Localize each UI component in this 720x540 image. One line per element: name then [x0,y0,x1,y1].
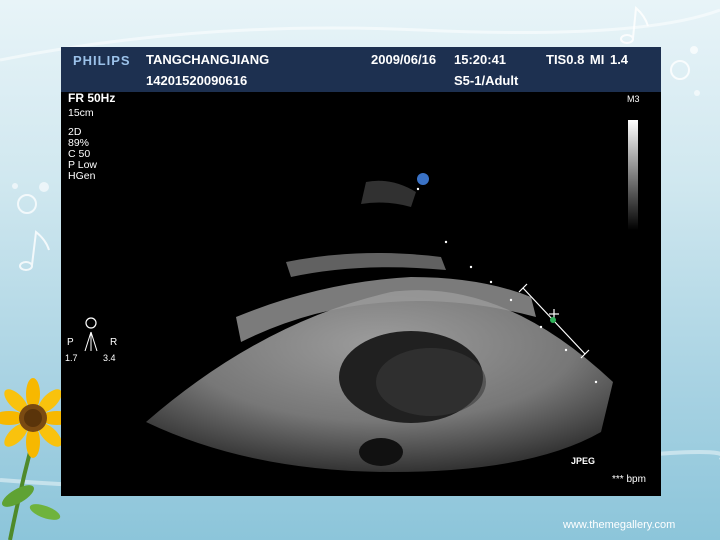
patient-id: 14201520090616 [146,73,248,88]
exam-date: 2009/06/16 [371,52,437,67]
imaging-parameters: 2D 89% C 50 P Low HGen [68,127,97,182]
param-frequency: HGen [68,170,96,182]
website-caption: www.themegallery.com [563,519,676,531]
ultrasound-image: PHILIPS TANGCHANGJIANG 14201520090616 20… [61,47,661,496]
orientation-indicator: P R 1.7 3.4 [65,317,117,363]
depth: 15cm [68,107,94,119]
patient-name: TANGCHANGJIANG [146,52,270,67]
orientation-left-value: 1.7 [65,353,78,363]
brand-logo: PHILIPS [73,53,131,68]
grayscale-bar [628,120,638,230]
orientation-right: R [110,337,117,348]
orientation-right-value: 3.4 [103,353,116,363]
frame-rate: FR 50Hz [68,91,116,105]
image-header: PHILIPS TANGCHANGJIANG 14201520090616 20… [61,47,661,92]
probe-preset: S5-1/Adult [454,73,519,88]
orientation-left: P [67,337,74,348]
gray-map-label: M3 [627,94,640,104]
caliper-dot [550,317,556,323]
echo-scan-sector [61,92,661,496]
orientation-icon [85,317,97,329]
probe-marker-icon [417,173,429,185]
exam-time: 15:20:41 [454,52,507,67]
music-note-icon [19,230,50,271]
thermal-mechanical-indices: TIS0.8 MI 1.4 [546,52,629,67]
image-format: JPEG [571,456,596,466]
heart-rate: *** bpm [612,474,646,485]
